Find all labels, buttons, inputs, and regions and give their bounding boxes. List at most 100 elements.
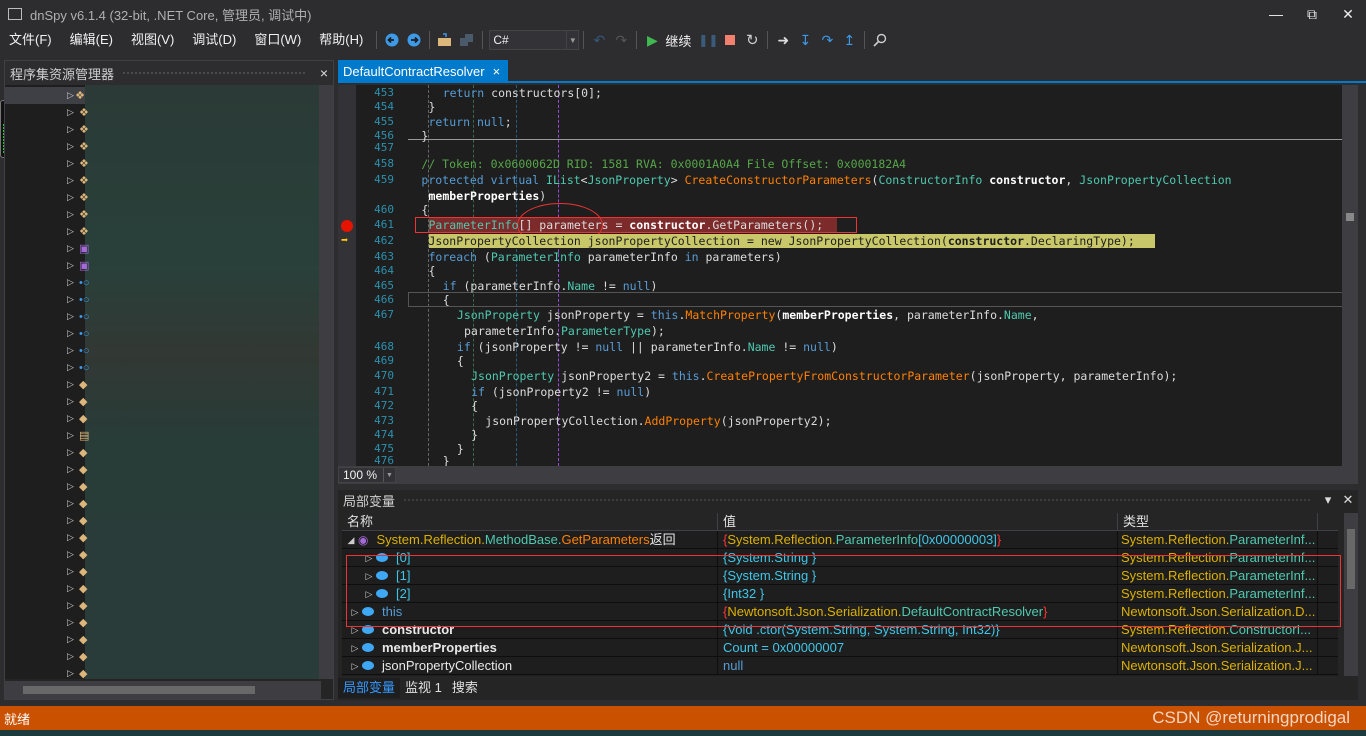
tree-item[interactable]: ▷ ❖: [67, 121, 93, 138]
tree-item[interactable]: ▷ ◆: [67, 529, 93, 546]
expand-icon[interactable]: ▷: [67, 345, 79, 356]
tree-item[interactable]: ▷ ◆: [67, 580, 93, 597]
undo-icon[interactable]: ↶: [588, 29, 610, 51]
expand-icon[interactable]: ▷: [67, 379, 79, 390]
tree-item[interactable]: ▷ ❖: [67, 189, 93, 206]
expand-icon[interactable]: ▷: [67, 515, 79, 526]
pause-icon[interactable]: ❚❚: [697, 29, 719, 51]
step-into-icon[interactable]: ↧: [794, 29, 816, 51]
expand-icon[interactable]: ▷: [67, 277, 79, 288]
table-row[interactable]: ▷ constructor {Void .ctor(System.String, …: [342, 621, 1338, 639]
code-area[interactable]: 453 return constructors[0]; 454} 455 return …: [341, 85, 1358, 466]
menu-view[interactable]: 视图(V): [122, 28, 183, 52]
show-next-statement-icon[interactable]: ➜: [772, 29, 794, 51]
table-row[interactable]: ▷ [1] {System.String } System.Reflection.…: [342, 567, 1338, 585]
restore-icon[interactable]: ⧉: [1294, 0, 1330, 28]
tab-search[interactable]: 搜索: [447, 678, 483, 698]
expand-icon[interactable]: ▷: [67, 209, 79, 220]
tree-item[interactable]: ▷ ◆: [67, 648, 93, 665]
tree-item[interactable]: ▷ ◆: [67, 665, 93, 680]
column-name[interactable]: 名称: [342, 513, 718, 530]
expand-icon[interactable]: ▷: [67, 634, 79, 645]
menu-window[interactable]: 窗口(W): [245, 28, 310, 52]
tree-item[interactable]: ▷ ❖: [67, 104, 93, 121]
tree-item[interactable]: ▷ ❖: [5, 87, 85, 104]
tree-item[interactable]: ▷ ◆: [67, 444, 93, 461]
expand-icon[interactable]: ▷: [67, 192, 79, 203]
close-icon[interactable]: ✕: [1338, 492, 1358, 508]
expand-icon[interactable]: ▷: [67, 226, 79, 237]
expand-icon[interactable]: ▷: [67, 311, 79, 322]
tree-item[interactable]: ▷ •○: [67, 359, 93, 376]
save-all-icon[interactable]: [456, 29, 478, 51]
expand-icon[interactable]: ▷: [67, 158, 79, 169]
assembly-tree[interactable]: ▷ ❖ ▷ ❖ ▷ ❖ ▷ ❖ ▷ ❖ ▷ ❖ ▷ ❖ ▷ ❖ ▷ ❖ ▷ ▣ ▷ ▣ ▷ •○ ▷ •○ ▷ •○ ▷ •○ ▷ •○ ▷ •○…: [5, 85, 321, 679]
continue-button[interactable]: 继续: [665, 31, 691, 50]
expand-icon[interactable]: ▷: [67, 260, 79, 271]
expand-icon[interactable]: ▷: [362, 567, 376, 584]
expand-icon[interactable]: ▷: [67, 294, 79, 305]
expand-icon[interactable]: ▷: [348, 639, 362, 656]
expand-icon[interactable]: ▷: [67, 549, 79, 560]
tree-item[interactable]: ▷ ◆: [67, 461, 93, 478]
tree-item[interactable]: ▷ ◆: [67, 546, 93, 563]
expand-icon[interactable]: ▷: [67, 430, 79, 441]
stop-icon[interactable]: [719, 29, 741, 51]
tree-item[interactable]: ▷ •○: [67, 308, 93, 325]
expand-icon[interactable]: ▷: [67, 600, 79, 611]
tree-item[interactable]: ▷ ◆: [67, 495, 93, 512]
tree-item[interactable]: ▷ ❖: [67, 138, 93, 155]
search-icon[interactable]: [869, 29, 891, 51]
breakpoint-icon[interactable]: [341, 220, 353, 232]
tree-item[interactable]: ▷ •○: [67, 325, 93, 342]
table-row[interactable]: ▷ [0] {System.String } System.Reflection.…: [342, 549, 1338, 567]
expand-icon[interactable]: ▷: [67, 141, 79, 152]
tree-item[interactable]: ▷ •○: [67, 342, 93, 359]
tree-item[interactable]: ▷ ◆: [67, 631, 93, 648]
tree-item[interactable]: ▷ ◆: [67, 597, 93, 614]
tree-item[interactable]: ▷ ❖: [67, 155, 93, 172]
expand-icon[interactable]: ▷: [67, 107, 79, 118]
expand-icon[interactable]: ▷: [348, 657, 362, 674]
expand-icon[interactable]: ▷: [67, 617, 79, 628]
expand-icon[interactable]: ▷: [67, 481, 79, 492]
tree-item[interactable]: ▷ ❖: [67, 223, 93, 240]
play-icon[interactable]: ▶: [641, 29, 663, 51]
menu-edit[interactable]: 编辑(E): [61, 28, 122, 52]
tab-watch-1[interactable]: 监视 1: [400, 678, 447, 698]
forward-icon[interactable]: [403, 29, 425, 51]
tree-horizontal-scrollbar[interactable]: [5, 681, 321, 699]
column-value[interactable]: 值: [718, 513, 1118, 530]
code-editor[interactable]: 453 return constructors[0]; 454} 455 return …: [338, 85, 1358, 466]
close-icon[interactable]: ×: [315, 65, 333, 81]
language-select[interactable]: C# ▼: [489, 30, 580, 50]
expand-icon[interactable]: ▷: [348, 603, 362, 620]
collapse-icon[interactable]: ◢: [344, 531, 358, 548]
expand-icon[interactable]: ▷: [67, 668, 79, 679]
step-out-icon[interactable]: ↥: [838, 29, 860, 51]
locals-vertical-scrollbar[interactable]: [1344, 513, 1358, 676]
tree-item[interactable]: ▷ ◆: [67, 614, 93, 631]
close-icon[interactable]: ✕: [1330, 0, 1366, 28]
table-row[interactable]: ▷ [2] {Int32 } System.Reflection.Paramete…: [342, 585, 1338, 603]
menu-file[interactable]: 文件(F): [0, 28, 61, 52]
tree-item[interactable]: ▷ ◆: [67, 563, 93, 580]
tree-item[interactable]: ▷ ▣: [67, 257, 93, 274]
expand-icon[interactable]: ▷: [67, 447, 79, 458]
chevron-down-icon[interactable]: ▾: [1318, 492, 1338, 508]
expand-icon[interactable]: ▷: [362, 549, 376, 566]
minimize-icon[interactable]: —: [1258, 0, 1294, 28]
tree-item[interactable]: ▷ ◆: [67, 478, 93, 495]
restart-icon[interactable]: ↻: [741, 29, 763, 51]
table-row[interactable]: ▷ memberProperties Count = 0x00000007 New…: [342, 639, 1338, 657]
expand-icon[interactable]: ▷: [67, 566, 79, 577]
expand-icon[interactable]: ▷: [67, 90, 75, 101]
expand-icon[interactable]: ▷: [67, 413, 79, 424]
expand-icon[interactable]: ▷: [67, 583, 79, 594]
redo-icon[interactable]: ↷: [610, 29, 632, 51]
expand-icon[interactable]: ▷: [348, 621, 362, 638]
expand-icon[interactable]: ▷: [362, 585, 376, 602]
tree-item[interactable]: ▷ ❖: [67, 172, 93, 189]
expand-icon[interactable]: ▷: [67, 532, 79, 543]
expand-icon[interactable]: ▷: [67, 243, 79, 254]
